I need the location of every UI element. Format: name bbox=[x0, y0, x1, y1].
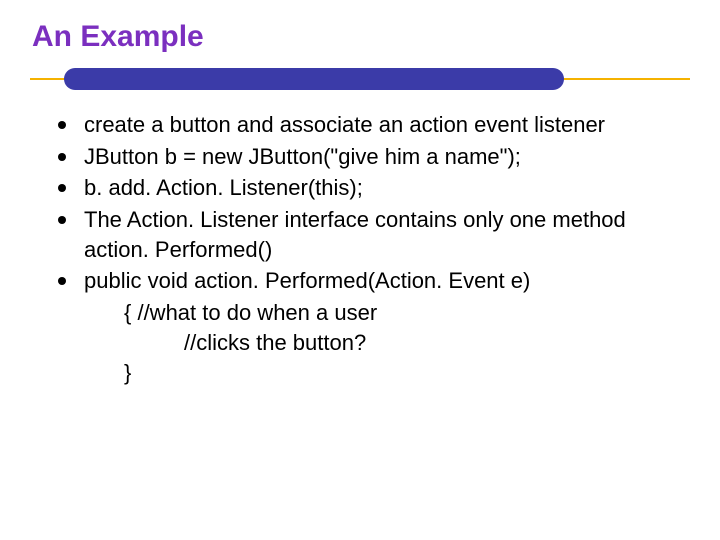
rule-bar bbox=[64, 68, 564, 90]
code-block: { //what to do when a user //clicks the … bbox=[124, 298, 680, 387]
slide: An Example create a button and associate… bbox=[0, 0, 720, 540]
code-line: //clicks the button? bbox=[184, 328, 680, 358]
slide-title: An Example bbox=[32, 20, 690, 54]
bullet-text: create a button and associate an action … bbox=[84, 112, 605, 137]
list-item: create a button and associate an action … bbox=[54, 110, 680, 140]
code-line: { //what to do when a user bbox=[124, 298, 680, 328]
bullet-text: public void action. Performed(Action. Ev… bbox=[84, 268, 530, 293]
list-item: public void action. Performed(Action. Ev… bbox=[54, 266, 680, 296]
list-item: b. add. Action. Listener(this); bbox=[54, 173, 680, 203]
bullet-text: The Action. Listener interface contains … bbox=[84, 207, 626, 262]
bullet-list: create a button and associate an action … bbox=[54, 110, 680, 296]
bullet-text: JButton b = new JButton("give him a name… bbox=[84, 144, 521, 169]
list-item: The Action. Listener interface contains … bbox=[54, 205, 680, 264]
bullet-text: b. add. Action. Listener(this); bbox=[84, 175, 363, 200]
title-rule bbox=[30, 68, 690, 92]
slide-content: create a button and associate an action … bbox=[54, 110, 680, 387]
list-item: JButton b = new JButton("give him a name… bbox=[54, 142, 680, 172]
code-line: } bbox=[124, 358, 680, 388]
